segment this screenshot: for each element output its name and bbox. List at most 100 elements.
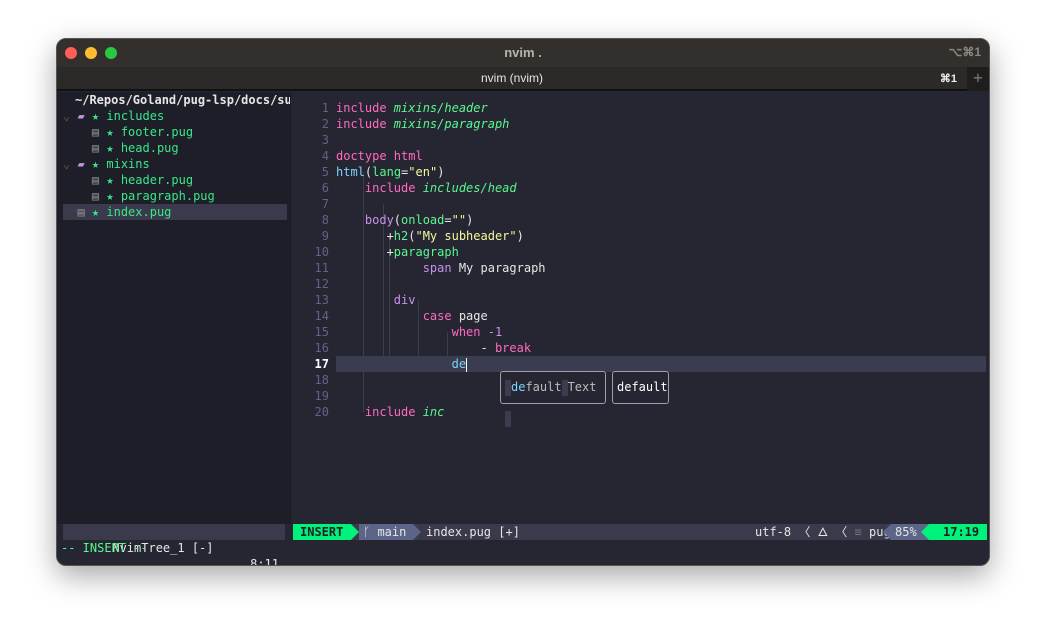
code-token: inc — [422, 405, 445, 419]
separator — [883, 524, 891, 540]
modified-star-icon: ★ — [106, 141, 121, 155]
tree-root: ~/Repos/Goland/pug-lsp/docs/su — [75, 93, 292, 107]
file-icon: ▤ — [91, 141, 100, 155]
code-line[interactable]: when -1 — [336, 324, 503, 340]
code-token: includes/head — [422, 181, 517, 195]
cursor-position: 17:19 — [929, 524, 987, 540]
code-line[interactable]: span My paragraph — [336, 260, 546, 276]
code-token: when — [336, 325, 488, 339]
tree-item-label: head.pug — [120, 141, 179, 155]
line-number: 20 — [314, 405, 329, 419]
tree-item-label: index.pug — [106, 205, 172, 219]
code-line[interactable]: - break — [336, 340, 531, 356]
file-name: index.pug [+] — [426, 525, 520, 539]
line-number: 2 — [321, 117, 329, 131]
spacer — [505, 410, 511, 427]
line-number: 14 — [314, 309, 329, 323]
separator — [921, 524, 929, 540]
tree-statusline: NvimTree_1 [-] 8:11 — [63, 524, 285, 565]
line-number: 18 — [314, 373, 329, 387]
code-token: include — [336, 101, 394, 115]
tree-item[interactable]: ▤ ★ footer.pug — [63, 124, 193, 140]
tree-item[interactable]: ▤ ★ header.pug — [63, 172, 193, 188]
tree-item[interactable]: ▤ ★ index.pug — [63, 204, 287, 220]
code-token: include — [336, 181, 423, 195]
code-line[interactable]: include includes/head — [336, 180, 517, 196]
tab-shortcut: ⌘1 — [939, 73, 957, 85]
code-line[interactable]: div — [336, 292, 416, 308]
line-number: 16 — [314, 341, 329, 355]
tree-item[interactable]: ▤ ★ paragraph.pug — [63, 188, 215, 204]
modified-star-icon: ★ — [106, 189, 121, 203]
command-line[interactable]: -- INSERT -- — [61, 540, 148, 556]
code-line[interactable]: body(onload="") — [336, 212, 473, 228]
file-tree: ~/Repos/Goland/pug-lsp/docs/su ⌄ ▰ ★ inc… — [57, 92, 292, 524]
tree-item[interactable]: ⌄ ▰ ★ mixins — [63, 156, 150, 172]
code-line[interactable]: include mixins/header — [336, 100, 488, 116]
code-token: break — [494, 341, 532, 355]
code-token: doctype html — [336, 149, 423, 163]
code-token: "en" — [408, 165, 438, 179]
tree-item[interactable]: ⌄ ▰ ★ includes — [63, 108, 164, 124]
line-number: 5 — [321, 165, 329, 179]
code-line[interactable]: html(lang="en") — [336, 164, 444, 180]
filetype-icon: ≡ — [854, 525, 862, 539]
mode-indicator: INSERT — [293, 524, 351, 540]
code-token: "" — [451, 213, 467, 227]
line-number: 7 — [321, 197, 329, 211]
line-number: 11 — [314, 261, 329, 275]
code-line[interactable]: de — [336, 356, 468, 372]
code-token: div — [336, 293, 416, 307]
tree-item-label: mixins — [106, 157, 150, 171]
separator — [413, 524, 421, 540]
tree-item-label: footer.pug — [120, 125, 194, 139]
terminal-window: nvim . ⌥⌘1 nvim (nvim) ⌘1 + ~/Repos/Gola… — [56, 38, 990, 566]
folder-icon: ⌄ ▰ — [63, 109, 85, 123]
code-token: ) — [516, 229, 524, 243]
tree-item-label: header.pug — [120, 173, 194, 187]
line-number: 10 — [314, 245, 329, 259]
code-token: -1 — [487, 325, 503, 339]
completion-docs: default — [612, 371, 669, 404]
line-number: 17 — [314, 357, 329, 371]
completion-item[interactable]: default Text — [500, 371, 606, 427]
code-line[interactable]: +h2("My subheader") — [336, 228, 524, 244]
code-token: mixins/paragraph — [393, 117, 510, 131]
code-line[interactable]: doctype html — [336, 148, 423, 164]
file-icon: ▤ — [91, 173, 100, 187]
file-icon: ▤ — [91, 189, 100, 203]
code-line[interactable]: +paragraph — [336, 244, 459, 260]
line-number: 13 — [314, 293, 329, 307]
code-line[interactable]: include mixins/paragraph — [336, 116, 509, 132]
editor[interactable]: default Text default 1 include mixins/head… — [290, 92, 989, 524]
line-number: 12 — [314, 277, 329, 291]
line-number: 3 — [321, 133, 329, 147]
code-token: onload — [401, 213, 445, 227]
code-line[interactable]: include inc — [336, 404, 445, 420]
modified-star-icon: ★ — [91, 205, 107, 219]
line-number: 4 — [321, 149, 329, 163]
git-branch: ᚴ main — [359, 524, 413, 540]
code-token: lang — [372, 165, 402, 179]
tab-nvim[interactable]: nvim (nvim) — [57, 71, 967, 85]
modified-star-icon: ★ — [91, 109, 107, 123]
tree-item[interactable]: ▤ ★ head.pug — [63, 140, 179, 156]
modified-star-icon: ★ — [91, 157, 107, 171]
encoding: utf-8 〈 🜂 〈 ≡ pug — [755, 525, 891, 539]
branch-icon: ᚴ — [363, 525, 378, 539]
modified-star-icon: ★ — [106, 173, 121, 187]
code-token: page — [458, 309, 488, 323]
line-number: 19 — [314, 389, 329, 403]
separator — [351, 524, 359, 540]
code-token: "My subheader" — [415, 229, 517, 243]
file-icon: ▤ — [91, 125, 100, 139]
tab-bar: nvim (nvim) ⌘1 + — [57, 67, 989, 91]
tree-item-label: paragraph.pug — [120, 189, 215, 203]
statusline: NvimTree_1 [-] 8:11 INSERT ᚴ main index.… — [57, 524, 989, 565]
code-token: case — [336, 309, 459, 323]
window-shortcut: ⌥⌘1 — [948, 45, 981, 59]
file-icon: ▤ — [77, 205, 85, 219]
code-line[interactable]: case page — [336, 308, 488, 324]
code-token: include — [336, 117, 394, 131]
new-tab-button[interactable]: + — [967, 67, 989, 91]
